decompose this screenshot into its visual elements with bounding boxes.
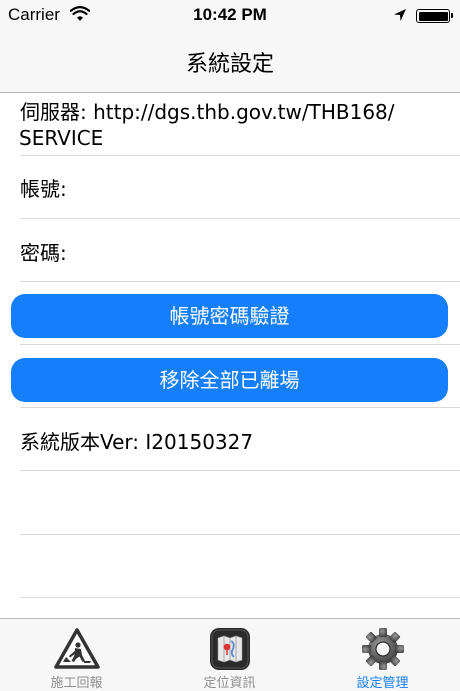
tab-bar: 施工回報 定位資訊 設定管理: [0, 618, 460, 691]
construction-warning-icon: [53, 627, 100, 671]
location-arrow-icon: [393, 7, 407, 27]
server-label: 伺服器: http://dgs.thb.gov.tw/THB168/: [20, 100, 395, 124]
tab-label: 施工回報: [50, 676, 103, 691]
password-label: 密碼:: [20, 241, 67, 265]
password-row[interactable]: 密碼:: [20, 219, 460, 282]
empty-row: [20, 535, 460, 598]
server-row: 伺服器: http://dgs.thb.gov.tw/THB168/ SERVI…: [19, 93, 460, 156]
gear-icon: [360, 627, 406, 671]
empty-row: [20, 471, 460, 535]
version-label: 系統版本Ver: I20150327: [20, 430, 254, 454]
clock-label: 10:42 PM: [193, 5, 267, 24]
status-bar: Carrier 10:42 PM: [0, 0, 460, 30]
server-label-line2: SERVICE: [19, 126, 104, 150]
remove-departed-button[interactable]: 移除全部已離場: [11, 358, 448, 402]
navigation-bar: 系統設定: [0, 30, 460, 93]
tab-label: 定位資訊: [203, 676, 256, 691]
account-label: 帳號:: [20, 177, 67, 201]
version-row: 系統版本Ver: I20150327: [20, 408, 460, 471]
battery-icon: [416, 9, 453, 23]
account-row[interactable]: 帳號:: [20, 156, 460, 219]
verify-account-button[interactable]: 帳號密碼驗證: [11, 294, 448, 338]
tab-settings[interactable]: 設定管理: [306, 619, 459, 691]
page-title: 系統設定: [185, 52, 274, 77]
tab-construction-report[interactable]: 施工回報: [0, 619, 153, 691]
map-location-icon: [207, 627, 253, 671]
tab-label: 設定管理: [356, 676, 409, 691]
tab-location-info[interactable]: 定位資訊: [153, 619, 306, 691]
